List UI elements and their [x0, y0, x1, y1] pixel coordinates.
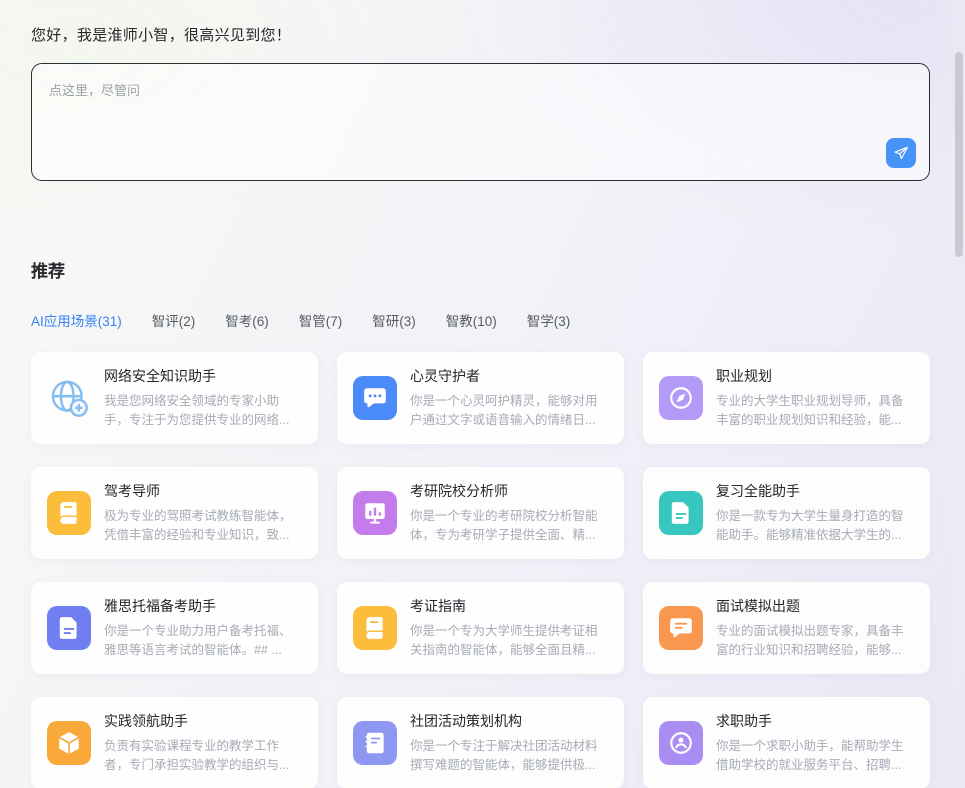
agent-card[interactable]: 驾考导师极为专业的驾照考试教练智能体，凭借丰富的经验和专业知识，致...: [31, 467, 318, 559]
chat-dots-icon: [353, 376, 397, 420]
person-circle-icon: [659, 721, 703, 765]
tab-ai-scenarios[interactable]: AI应用场景(31): [31, 310, 122, 330]
agent-card[interactable]: 求职助手你是一个求职小助手，能帮助学生借助学校的就业服务平台、招聘...: [643, 697, 930, 788]
paper-plane-icon: [893, 145, 909, 161]
section-title: 推荐: [31, 257, 930, 282]
card-title: 职业规划: [716, 366, 914, 386]
card-description: 负责有实验课程专业的教学工作者，专门承担实验教学的组织与...: [104, 737, 302, 775]
main-content: 您好，我是淮师小智，很高兴见到您！ 推荐 AI应用场景(31) 智评(2) 智考(6…: [0, 0, 965, 788]
card-description: 你是一个专业助力用户备考托福、雅思等语言考试的智能体。## ...: [104, 622, 302, 660]
journal-icon: [353, 606, 397, 650]
tab-zhijiao[interactable]: 智教(10): [446, 310, 497, 330]
agent-card[interactable]: 职业规划专业的大学生职业规划导师，具备丰富的职业规划知识和经验，能...: [643, 352, 930, 444]
category-tabs: AI应用场景(31) 智评(2) 智考(6) 智管(7) 智研(3) 智教(10) 智学(3…: [31, 310, 930, 330]
tab-zhikao[interactable]: 智考(6): [225, 310, 269, 330]
card-description: 你是一款专为大学生量身打造的智能助手。能够精准依据大学生的...: [716, 507, 914, 545]
tab-zhixue[interactable]: 智学(3): [527, 310, 571, 330]
card-title: 网络安全知识助手: [104, 366, 302, 386]
card-title: 社团活动策划机构: [410, 711, 608, 731]
tab-zhiyan[interactable]: 智研(3): [372, 310, 416, 330]
agent-card[interactable]: 面试模拟出题专业的面试模拟出题专家，具备丰富的行业知识和招聘经验，能够...: [643, 582, 930, 674]
document-icon: [47, 606, 91, 650]
agent-card[interactable]: 考证指南你是一个专为大学师生提供考证相关指南的智能体，能够全面且精...: [337, 582, 624, 674]
agent-card[interactable]: 复习全能助手你是一款专为大学生量身打造的智能助手。能够精准依据大学生的...: [643, 467, 930, 559]
agent-card[interactable]: 心灵守护者你是一个心灵呵护精灵，能够对用户通过文字或语音输入的情绪日...: [337, 352, 624, 444]
cube-icon: [47, 721, 91, 765]
card-description: 你是一个专为大学师生提供考证相关指南的智能体，能够全面且精...: [410, 622, 608, 660]
card-description: 专业的面试模拟出题专家，具备丰富的行业知识和招聘经验，能够...: [716, 622, 914, 660]
card-description: 你是一个专注于解决社团活动材料撰写难题的智能体，能够提供极...: [410, 737, 608, 775]
card-title: 面试模拟出题: [716, 596, 914, 616]
send-button[interactable]: [886, 138, 916, 168]
card-title: 心灵守护者: [410, 366, 608, 386]
card-description: 极为专业的驾照考试教练智能体，凭借丰富的经验和专业知识，致...: [104, 507, 302, 545]
compass-icon: [659, 376, 703, 420]
ask-input[interactable]: [32, 64, 929, 180]
scrollbar-thumb[interactable]: [955, 52, 963, 257]
card-title: 实践领航助手: [104, 711, 302, 731]
tab-zhiping[interactable]: 智评(2): [152, 310, 196, 330]
agent-card[interactable]: 社团活动策划机构你是一个专注于解决社团活动材料撰写难题的智能体，能够提供极...: [337, 697, 624, 788]
notebook-icon: [353, 721, 397, 765]
agent-card[interactable]: 实践领航助手负责有实验课程专业的教学工作者，专门承担实验教学的组织与...: [31, 697, 318, 788]
greeting-text: 您好，我是淮师小智，很高兴见到您！: [31, 24, 930, 45]
card-title: 考研院校分析师: [410, 481, 608, 501]
globe-plus-icon: [47, 376, 91, 420]
agent-card[interactable]: 雅思托福备考助手你是一个专业助力用户备考托福、雅思等语言考试的智能体。## ..…: [31, 582, 318, 674]
scrollbar-track[interactable]: [953, 0, 965, 788]
card-description: 你是一个求职小助手，能帮助学生借助学校的就业服务平台、招聘...: [716, 737, 914, 775]
card-title: 驾考导师: [104, 481, 302, 501]
card-description: 你是一个心灵呵护精灵，能够对用户通过文字或语音输入的情绪日...: [410, 392, 608, 430]
card-title: 复习全能助手: [716, 481, 914, 501]
chart-board-icon: [353, 491, 397, 535]
card-description: 专业的大学生职业规划导师，具备丰富的职业规划知识和经验，能...: [716, 392, 914, 430]
ask-input-box[interactable]: [31, 63, 930, 181]
card-title: 考证指南: [410, 596, 608, 616]
document-icon: [659, 491, 703, 535]
card-description: 你是一个专业的考研院校分析智能体，专为考研学子提供全面、精...: [410, 507, 608, 545]
journal-icon: [47, 491, 91, 535]
card-description: 我是您网络安全领域的专家小助手，专注于为您提供专业的网络...: [104, 392, 302, 430]
card-title: 雅思托福备考助手: [104, 596, 302, 616]
agent-card[interactable]: 考研院校分析师你是一个专业的考研院校分析智能体，专为考研学子提供全面、精...: [337, 467, 624, 559]
chat-lines-icon: [659, 606, 703, 650]
card-title: 求职助手: [716, 711, 914, 731]
agent-card-grid: 网络安全知识助手我是您网络安全领域的专家小助手，专注于为您提供专业的网络...心…: [31, 352, 930, 788]
tab-zhiguan[interactable]: 智管(7): [299, 310, 343, 330]
agent-card[interactable]: 网络安全知识助手我是您网络安全领域的专家小助手，专注于为您提供专业的网络...: [31, 352, 318, 444]
